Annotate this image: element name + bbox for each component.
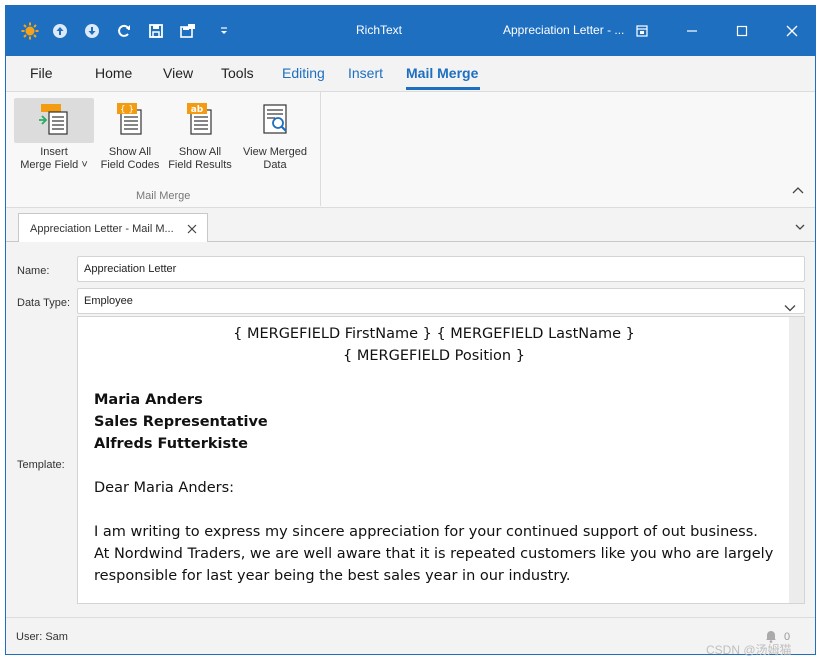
maximize-icon[interactable]: [722, 16, 762, 46]
customize-icon[interactable]: [214, 21, 234, 41]
field-codes-icon: { }: [113, 102, 147, 136]
field-results-icon: ab: [183, 102, 217, 136]
show-field-results-label-2: Field Results: [168, 159, 232, 171]
show-field-codes-button[interactable]: { } Show All Field Codes: [100, 98, 160, 184]
template-form: Name: Appreciation Letter Data Type: Emp…: [6, 242, 815, 617]
minimize-icon[interactable]: [672, 16, 712, 46]
menu-tools[interactable]: Tools: [221, 65, 254, 81]
insert-merge-field-label-1: Insert: [40, 146, 68, 158]
document-tab-label: Appreciation Letter - Mail M...: [30, 223, 174, 235]
app-title: RichText: [356, 23, 403, 37]
title-bar: RichText Appreciation Letter - ...: [6, 6, 815, 56]
app-window: RichText Appreciation Letter - ... File …: [5, 5, 816, 655]
insert-merge-field-label-2: Merge Field ˅: [20, 159, 88, 171]
data-type-label: Data Type:: [17, 297, 70, 309]
template-label: Template:: [17, 459, 65, 471]
merge-field-line-2: { MERGEFIELD Position }: [343, 348, 525, 364]
editor-scrollbar[interactable]: [789, 317, 804, 603]
menu-home[interactable]: Home: [95, 65, 132, 81]
menu-file[interactable]: File: [30, 65, 53, 81]
recipient-company: Alfreds Futterkiste: [94, 436, 248, 452]
body-paragraph: I am writing to express my sincere appre…: [94, 524, 774, 584]
menu-mail-merge[interactable]: Mail Merge: [406, 65, 478, 81]
tab-close-icon[interactable]: [187, 224, 197, 234]
show-field-results-button[interactable]: ab Show All Field Results: [168, 98, 232, 184]
ribbon-group-separator: [320, 92, 321, 206]
show-field-codes-label-1: Show All: [108, 146, 152, 158]
restore-icon[interactable]: [622, 16, 662, 46]
template-editor[interactable]: { MERGEFIELD FirstName } { MERGEFIELD La…: [77, 316, 805, 604]
view-merged-data-icon: [258, 102, 292, 136]
menu-view[interactable]: View: [163, 65, 193, 81]
insert-merge-field-button[interactable]: Insert Merge Field ˅: [14, 98, 94, 184]
ribbon-group-label: Mail Merge: [136, 190, 191, 202]
svg-text:ab: ab: [191, 105, 204, 115]
download-icon[interactable]: [82, 21, 102, 41]
show-field-results-label-1: Show All: [178, 146, 222, 158]
chevron-down-icon[interactable]: [784, 297, 796, 312]
svg-text:{ }: { }: [120, 105, 134, 115]
status-bar: User: Sam 0: [6, 617, 815, 654]
merge-field-line-1: { MERGEFIELD FirstName } { MERGEFIELD La…: [233, 326, 635, 342]
document-title: Appreciation Letter - ...: [503, 23, 625, 37]
document-tab-strip: Appreciation Letter - Mail M...: [6, 208, 815, 242]
menu-insert[interactable]: Insert: [348, 65, 383, 81]
document-content: { MERGEFIELD FirstName } { MERGEFIELD La…: [94, 323, 774, 587]
name-input[interactable]: Appreciation Letter: [77, 256, 805, 282]
data-type-select[interactable]: Employee: [77, 288, 805, 314]
app-icon: [20, 21, 40, 41]
menu-bar: File Home View Tools Editing Insert Mail…: [6, 56, 815, 92]
greeting: Dear Maria Anders:: [94, 480, 235, 496]
save-layout-icon[interactable]: [178, 21, 198, 41]
ribbon: Insert Merge Field ˅ { } Show All Field …: [6, 92, 815, 208]
view-merged-data-label-1: View Merged: [243, 146, 307, 158]
tab-list-chevron-icon[interactable]: [794, 219, 806, 230]
watermark: CSDN @汤姆猫: [706, 643, 792, 657]
refresh-icon[interactable]: [114, 21, 134, 41]
document-tab[interactable]: Appreciation Letter - Mail M...: [18, 213, 208, 242]
active-tab-indicator: [406, 87, 480, 90]
ribbon-collapse-icon[interactable]: [790, 183, 806, 197]
save-icon[interactable]: [146, 21, 166, 41]
name-label: Name:: [17, 265, 50, 277]
view-merged-data-label-2: Data: [263, 159, 287, 171]
recipient-name: Maria Anders: [94, 392, 203, 408]
status-user: User: Sam: [16, 631, 68, 643]
insert-merge-field-icon: [37, 102, 71, 136]
view-merged-data-button[interactable]: View Merged Data: [242, 98, 308, 184]
close-icon[interactable]: [772, 16, 812, 46]
data-type-value: Employee: [84, 295, 133, 307]
menu-editing[interactable]: Editing: [282, 65, 325, 81]
recipient-position: Sales Representative: [94, 414, 268, 430]
show-field-codes-label-2: Field Codes: [100, 159, 160, 171]
upload-icon[interactable]: [50, 21, 70, 41]
